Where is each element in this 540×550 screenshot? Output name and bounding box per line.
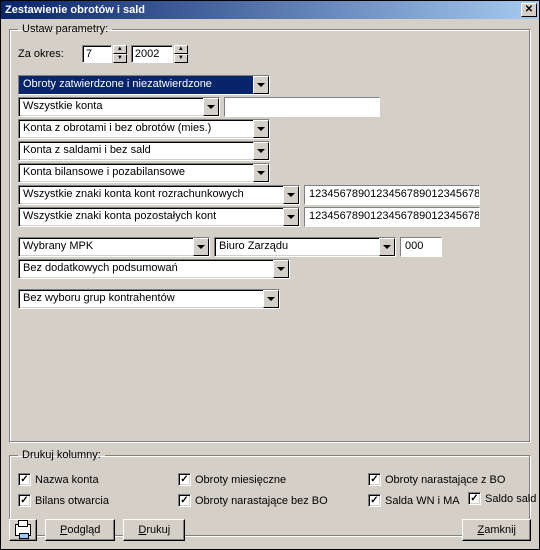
grupy-value: Bez wyboru grup kontrahentów [19,290,263,308]
chevron-down-icon[interactable] [193,238,209,256]
titlebar: Zestawienie obrotów i sald ✕ [1,1,539,19]
salda-value: Konta z saldami i bez sald [19,142,253,160]
chevron-down-icon[interactable] [253,164,269,182]
checkbox-obroty-nar-bo[interactable] [368,473,381,486]
label-bilans-otw: Bilans otwarcia [35,495,109,507]
content-area: Ustaw parametry: Za okres: ▲▼ ▲▼ Obroty … [1,19,539,547]
pozost-input[interactable]: 123456789012345678901234567890 [304,207,480,227]
chevron-down-icon[interactable] [273,260,289,278]
rozrach-input[interactable]: 123456789012345678901234567890 [304,185,480,205]
close-button[interactable]: ✕ [521,3,537,17]
mpk-code-input[interactable]: 000 [400,237,442,257]
preview-button[interactable]: PPodglądodgląd [45,519,115,541]
biuro-value: Biuro Zarządu [215,238,379,256]
print-icon-button[interactable] [9,519,37,541]
parameters-group: Ustaw parametry: Za okres: ▲▼ ▲▼ Obroty … [9,23,531,443]
label-nazwa-konta: Nazwa konta [35,474,99,486]
chevron-down-icon[interactable] [253,142,269,160]
znaki-pozost-dropdown[interactable]: Wszystkie znaki konta pozostałych kont [18,207,300,227]
print-button[interactable]: DrukujDrukuj [123,519,185,541]
podsum-dropdown[interactable]: Bez dodatkowych podsumowań [18,259,290,279]
checkbox-nazwa-konta[interactable] [18,473,31,486]
chevron-down-icon[interactable] [203,98,219,116]
obroty-value: Obroty zatwierdzone i niezatwierdzone [19,76,253,94]
period-row: Za okres: ▲▼ ▲▼ [18,45,522,63]
grupy-dropdown[interactable]: Bez wyboru grup kontrahentów [18,289,280,309]
label-obroty-mies: Obroty miesięczne [195,474,286,486]
label-obroty-nar-bez-bo: Obroty narastające bez BO [195,495,328,507]
obroty-dropdown[interactable]: Obroty zatwierdzone i niezatwierdzone [18,75,270,95]
printer-icon [15,524,31,536]
chevron-down-icon[interactable] [283,208,299,226]
obroty-mies-dropdown[interactable]: Konta z obrotami i bez obrotów (mies.) [18,119,270,139]
label-obroty-nar-bo: Obroty narastające z BO [385,474,505,486]
checkbox-obroty-nar-bez-bo[interactable] [178,494,191,507]
year-spin-arrows[interactable]: ▲▼ [174,45,188,63]
bottom-toolbar: PPodglądodgląd DrukujDrukuj ZamknijZamkn… [9,519,531,541]
month-spinner[interactable]: ▲▼ [82,45,127,63]
checkbox-salda-wn-ma[interactable] [368,494,381,507]
columns-legend: Drukuj kolumny: [18,449,105,461]
mpk-dropdown[interactable]: Wybrany MPK [18,237,210,257]
znaki-rozrach-dropdown[interactable]: Wszystkie znaki konta kont rozrachunkowy… [18,185,300,205]
konta-value: Wszystkie konta [19,98,203,116]
chevron-down-icon[interactable] [253,120,269,138]
month-input[interactable] [82,45,112,63]
month-spin-arrows[interactable]: ▲▼ [113,45,127,63]
chevron-down-icon[interactable] [253,76,269,94]
checkbox-bilans-otw[interactable] [18,494,31,507]
columns-checkbox-grid: Nazwa konta Obroty miesięczne Obroty nar… [18,469,522,511]
biuro-dropdown[interactable]: Biuro Zarządu [214,237,396,257]
chevron-down-icon[interactable] [263,290,279,308]
znaki-rozrach-value: Wszystkie znaki konta kont rozrachunkowy… [19,186,283,204]
podsum-value: Bez dodatkowych podsumowań [19,260,273,278]
konta-dropdown[interactable]: Wszystkie konta [18,97,220,117]
salda-dropdown[interactable]: Konta z saldami i bez sald [18,141,270,161]
dialog-window: Zestawienie obrotów i sald ✕ Ustaw param… [0,0,540,550]
period-label: Za okres: [18,48,64,60]
mpk-value: Wybrany MPK [19,238,193,256]
window-title: Zestawienie obrotów i sald [5,4,145,16]
chevron-down-icon[interactable] [283,186,299,204]
label-salda-wn-ma: Salda WN i MA [385,495,460,507]
year-spinner[interactable]: ▲▼ [131,45,188,63]
znaki-pozost-value: Wszystkie znaki konta pozostałych kont [19,208,283,226]
label-saldo-sald: Saldo sald [485,493,536,505]
chevron-down-icon[interactable] [379,238,395,256]
close-dialog-button[interactable]: ZamknijZamknij [462,519,531,541]
parameters-legend: Ustaw parametry: [18,23,112,35]
bilans-value: Konta bilansowe i pozabilansowe [19,164,253,182]
checkbox-obroty-mies[interactable] [178,473,191,486]
bilans-dropdown[interactable]: Konta bilansowe i pozabilansowe [18,163,270,183]
checkbox-saldo-sald[interactable] [468,492,481,505]
obroty-mies-value: Konta z obrotami i bez obrotów (mies.) [19,120,253,138]
aux-input-1[interactable] [224,97,380,117]
year-input[interactable] [131,45,173,63]
